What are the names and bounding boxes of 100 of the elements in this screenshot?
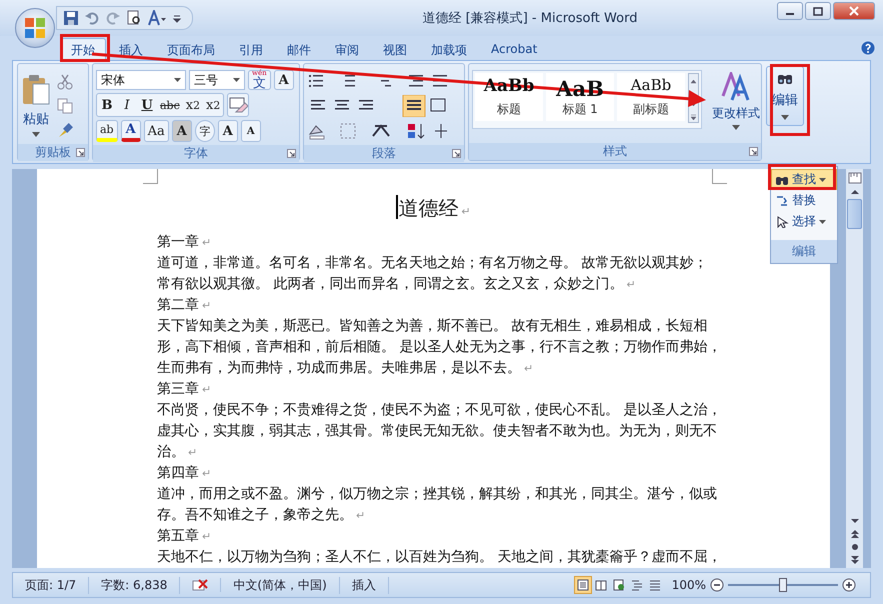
scissors-icon[interactable] — [57, 74, 73, 90]
minimize-icon — [786, 13, 794, 15]
copy-icon[interactable] — [57, 98, 73, 114]
vertical-scrollbar[interactable] — [846, 169, 863, 568]
zoom-slider-thumb[interactable] — [779, 578, 787, 592]
clear-format-icon[interactable] — [228, 96, 248, 114]
pointer-icon — [775, 216, 789, 228]
document-text-line: 天地不仁，以万物为刍狗；圣人不仁，以百姓为刍狗。 天地之间，其犹橐籥乎？虚而不屈， — [157, 548, 722, 567]
ribbon-tab[interactable]: 引用 — [228, 38, 274, 60]
letters-icon — [721, 72, 751, 102]
shade-button[interactable]: A — [172, 120, 192, 142]
scroll-thumb[interactable] — [847, 199, 862, 229]
caret-icon — [819, 178, 826, 182]
document-text-line: 天下皆知美之为美，斯恶已。皆知善之为善，斯不善已。 故有无相生，难易相成，长短相 — [157, 317, 708, 336]
document-text-line: 道可道，非常道。名可名，非常名。无名天地之始；有名万物之母。 故常无欲以观其妙； — [157, 254, 708, 273]
grow-button[interactable]: A — [218, 120, 238, 142]
dialog-launcher-icon[interactable] — [76, 148, 85, 157]
change-styles-button[interactable]: 更改样式 — [706, 70, 766, 131]
caret-icon — [781, 115, 789, 120]
character-border-button[interactable]: A — [274, 70, 294, 90]
document-text-line: 第三章 ↵ — [157, 380, 212, 399]
maximize-button[interactable] — [805, 2, 831, 20]
word-count[interactable]: 字数: 6,838 — [89, 576, 180, 594]
highlight-button[interactable]: ab — [96, 120, 118, 142]
document-title: 道德经↵ — [398, 194, 471, 222]
restore-icon — [813, 6, 823, 16]
menu-item[interactable]: 替换 — [771, 190, 837, 211]
minimize-button[interactable] — [777, 2, 803, 20]
dialog-launcher-icon[interactable] — [452, 149, 461, 158]
office-logo-icon — [22, 15, 48, 41]
window-title: 道德经 [兼容模式] - Microsoft Word — [422, 10, 638, 27]
dialog-launcher-icon[interactable] — [749, 147, 758, 156]
ruler-icon[interactable] — [848, 171, 862, 185]
globe-page-icon — [612, 579, 625, 591]
caret-icon — [233, 78, 240, 82]
save-icon[interactable] — [63, 10, 79, 26]
group-label: 段落 — [372, 145, 396, 162]
ribbon-tab[interactable]: 邮件 — [276, 38, 322, 60]
document-text-line: 道冲，而用之或不盈。渊兮，似万物之宗；挫其锐，解其纷，和其光，同其尘。湛兮，似或 — [157, 485, 717, 504]
ribbon-tab[interactable]: 视图 — [372, 38, 418, 60]
caret-icon — [174, 78, 181, 82]
zoom-out-icon[interactable] — [710, 578, 724, 592]
zoom-in-icon[interactable] — [842, 578, 856, 592]
caret-icon — [32, 132, 40, 137]
italic-button[interactable]: I — [117, 94, 137, 116]
menu-item[interactable]: 选择 — [771, 211, 837, 232]
outline-icon — [630, 579, 643, 591]
help-icon[interactable] — [861, 41, 875, 55]
dialog-launcher-icon[interactable] — [287, 149, 296, 158]
bold-button[interactable]: B — [97, 94, 117, 116]
paintbrush-icon[interactable] — [57, 122, 73, 138]
text-style-icon[interactable] — [147, 10, 167, 26]
caret-icon — [819, 220, 826, 224]
print-preview-icon[interactable] — [126, 10, 142, 26]
zoom-level[interactable]: 100% — [672, 578, 706, 592]
editing-button[interactable]: 编辑 — [766, 66, 804, 126]
clipboard-icon — [21, 74, 51, 106]
document-text-line: 第一章 ↵ — [157, 233, 212, 252]
replace-icon — [775, 194, 789, 206]
circle-button[interactable]: 字 — [194, 120, 215, 142]
ribbon-tab[interactable]: 插入 — [108, 38, 154, 60]
document-text-line: 第四章 ↵ — [157, 464, 212, 483]
insert-mode-indicator[interactable]: 插入 — [340, 576, 389, 594]
lines-icon — [648, 579, 661, 591]
caret-icon — [732, 125, 740, 130]
shrink-button[interactable]: A — [240, 120, 261, 142]
close-button[interactable] — [833, 2, 875, 20]
document-text-line: 第五章 ↵ — [157, 527, 212, 546]
color-button[interactable]: A — [120, 120, 141, 142]
font-size-field[interactable]: 三号 — [189, 70, 245, 90]
document-text-line: 形，高下相倾，音声相和，前后相随。 是以圣人处无为之事，行不言之教；万物作而弗始， — [157, 338, 722, 357]
ribbon-tab[interactable]: 加载项 — [420, 38, 478, 60]
underline-button[interactable]: U — [137, 94, 157, 116]
language-indicator[interactable]: 中文(简体，中国) — [221, 576, 340, 594]
ribbon-tab[interactable]: Acrobat — [480, 38, 548, 60]
font-name-field[interactable]: 宋体 — [96, 70, 186, 90]
strike-button[interactable]: abc — [157, 94, 183, 116]
menu-group-label: 编辑 — [771, 240, 837, 263]
close-icon — [849, 6, 859, 16]
spell-check-icon[interactable] — [192, 578, 208, 592]
annotation-box — [770, 64, 810, 136]
document-text-line: 生而弗有，为而弗恃，功成而弗居。夫唯弗居，是以不去。 ↵ — [157, 359, 534, 378]
annotation-box — [768, 164, 836, 190]
style-preview[interactable]: AaBb 副标题 — [617, 73, 685, 121]
document-text-line: 不尚贤，使民不争；不贵难得之货，使民不为盗；不见可欲，使民心不乱。 是以圣人之治， — [157, 401, 722, 420]
page-count[interactable]: 页面: 1/7 — [13, 576, 90, 594]
book-icon — [594, 579, 607, 591]
document-text-line: 存。吾不知谁之子，象帝之先。 ↵ — [157, 506, 366, 525]
view-button[interactable] — [574, 576, 592, 594]
group-label: 样式 — [603, 143, 627, 160]
paste-button[interactable]: 粘贴 — [21, 70, 51, 141]
text-cursor — [396, 194, 398, 219]
document-text-line: 常有欲以观其徼。 此两者，同出而异名，同谓之玄。玄之又玄，众妙之门。 ↵ — [157, 275, 636, 294]
office-button[interactable] — [15, 8, 55, 48]
undo-icon[interactable] — [84, 10, 100, 26]
ribbon-tab[interactable]: 审阅 — [324, 38, 370, 60]
ribbon-tab[interactable]: 页面布局 — [156, 38, 226, 60]
document-text-line: 虚其心，实其腹，弱其志，强其骨。常使民无知无欲。使夫智者不敢为也。为无为，则无不 — [157, 422, 717, 441]
case-button[interactable]: Aa — [144, 120, 169, 142]
page-icon — [576, 579, 589, 591]
